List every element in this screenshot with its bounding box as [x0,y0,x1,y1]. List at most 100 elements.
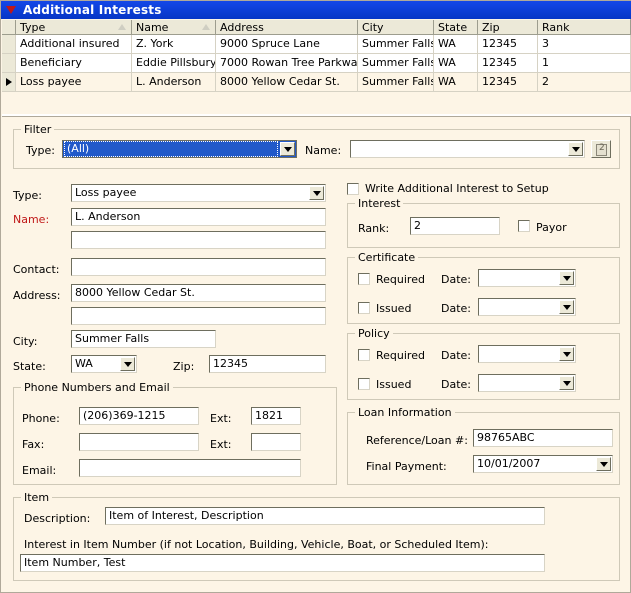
cell-rank[interactable]: 3 [538,35,631,53]
row-selector[interactable] [2,35,16,53]
table-row[interactable]: Beneficiary Eddie Pillsbury 7000 Rowan T… [2,54,631,73]
additional-interests-window: Additional Interests Type Name Address C… [0,0,631,593]
policy-required-date-combobox[interactable] [478,345,576,363]
additional-interests-grid[interactable]: Type Name Address City State Zip Rank Ad… [2,20,631,117]
cell-type[interactable]: Additional insured [16,35,132,53]
certificate-issued-label: Issued [376,302,412,315]
policy-group-caption: Policy [355,327,393,340]
cell-zip[interactable]: 12345 [478,35,538,53]
table-row-selected[interactable]: Loss payee L. Anderson 8000 Yellow Cedar… [2,73,631,92]
policy-issued-date-combobox[interactable] [478,374,576,392]
type-value: Loss payee [75,186,137,199]
policy-required-checkbox[interactable] [358,349,370,361]
phone-ext-field[interactable]: 1821 [251,407,301,425]
certificate-group: Certificate Required Date: Issued Date: [347,251,620,324]
phone-field[interactable]: (206)369-1215 [79,407,199,425]
chevron-down-icon[interactable] [559,300,574,314]
chevron-down-icon[interactable] [280,142,295,156]
policy-required-date-label: Date: [441,349,471,362]
email-field[interactable] [79,459,301,477]
red-triangle-icon [5,4,18,17]
cell-name[interactable]: Z. York [132,35,216,53]
final-payment-value: 10/01/2007 [477,457,541,470]
reference-loan-field[interactable]: 98765ABC [473,429,613,447]
cell-state[interactable]: WA [434,73,478,91]
write-to-setup-label: Write Additional Interest to Setup [365,182,549,195]
grid-column-label-type: Type [20,21,46,34]
cell-state[interactable]: WA [434,35,478,53]
cell-name[interactable]: L. Anderson [132,73,216,91]
cell-type[interactable]: Loss payee [16,73,132,91]
cell-city[interactable]: Summer Falls [358,54,434,72]
cell-zip[interactable]: 12345 [478,73,538,91]
grid-column-header-rank[interactable]: Rank [538,20,631,34]
loan-information-group: Loan Information Reference/Loan #: 98765… [347,406,620,485]
payor-checkbox[interactable] [518,220,530,232]
filter-name-combobox[interactable] [350,140,585,158]
filter-type-label: Type: [26,144,55,157]
contact-field[interactable] [71,258,326,276]
grid-header-selector [2,20,16,34]
grid-header-row: Type Name Address City State Zip Rank [2,20,631,35]
grid-column-header-address[interactable]: Address [216,20,358,34]
phone-email-group-caption: Phone Numbers and Email [21,381,173,394]
final-payment-label: Final Payment: [366,460,447,473]
cell-address[interactable]: 7000 Rowan Tree Parkway [216,54,358,72]
grid-column-header-type[interactable]: Type [16,20,132,34]
cell-city[interactable]: Summer Falls [358,73,434,91]
policy-issued-checkbox[interactable] [358,378,370,390]
fax-ext-field[interactable] [251,433,301,451]
cell-address[interactable]: 8000 Yellow Cedar St. [216,73,358,91]
address-field-line2[interactable] [71,307,326,325]
table-row[interactable]: Additional insured Z. York 9000 Spruce L… [2,35,631,54]
grid-column-header-city[interactable]: City [358,20,434,34]
filter-group-caption: Filter [21,123,55,136]
filter-type-combobox[interactable]: (All) [62,140,297,158]
grid-column-header-state[interactable]: State [434,20,478,34]
grid-column-label-zip: Zip [482,21,500,34]
title-bar: Additional Interests [1,1,631,19]
chevron-down-icon[interactable] [120,357,135,371]
find-button[interactable] [591,140,611,158]
current-row-caret-icon [6,78,12,86]
address-field[interactable]: 8000 Yellow Cedar St. [71,284,326,302]
chevron-down-icon[interactable] [309,186,324,200]
cell-rank[interactable]: 1 [538,54,631,72]
cell-address[interactable]: 9000 Spruce Lane [216,35,358,53]
grid-column-header-name[interactable]: Name [132,20,216,34]
certificate-issued-date-combobox[interactable] [478,298,576,316]
chevron-down-icon[interactable] [568,142,583,156]
certificate-issued-checkbox[interactable] [358,302,370,314]
chevron-down-icon[interactable] [559,376,574,390]
fax-field[interactable] [79,433,199,451]
grid-column-label-state: State [438,21,468,34]
cell-type[interactable]: Beneficiary [16,54,132,72]
item-interest-number-field[interactable]: Item Number, Test [20,554,545,572]
chevron-down-icon[interactable] [559,271,574,285]
row-selector[interactable] [2,54,16,72]
row-selector-current[interactable] [2,73,16,91]
cell-rank[interactable]: 2 [538,73,631,91]
certificate-required-checkbox[interactable] [358,273,370,285]
cell-zip[interactable]: 12345 [478,54,538,72]
zip-field[interactable]: 12345 [209,355,326,373]
write-to-setup-checkbox[interactable] [347,183,359,195]
certificate-required-date-combobox[interactable] [478,269,576,287]
cell-city[interactable]: Summer Falls [358,35,434,53]
state-combobox[interactable]: WA [71,355,137,373]
item-group-caption: Item [21,491,53,504]
name-field-line2[interactable] [71,231,326,249]
city-field[interactable]: Summer Falls [71,330,216,348]
item-description-field[interactable]: Item of Interest, Description [105,507,545,525]
phone-label: Phone: [22,412,60,425]
interest-group-caption: Interest [355,197,404,210]
grid-column-header-zip[interactable]: Zip [478,20,538,34]
name-field[interactable]: L. Anderson [71,208,326,226]
cell-state[interactable]: WA [434,54,478,72]
final-payment-combobox[interactable]: 10/01/2007 [473,455,613,473]
chevron-down-icon[interactable] [559,347,574,361]
chevron-down-icon[interactable] [596,457,611,471]
cell-name[interactable]: Eddie Pillsbury [132,54,216,72]
type-combobox[interactable]: Loss payee [71,184,326,202]
rank-field[interactable]: 2 [410,217,500,235]
